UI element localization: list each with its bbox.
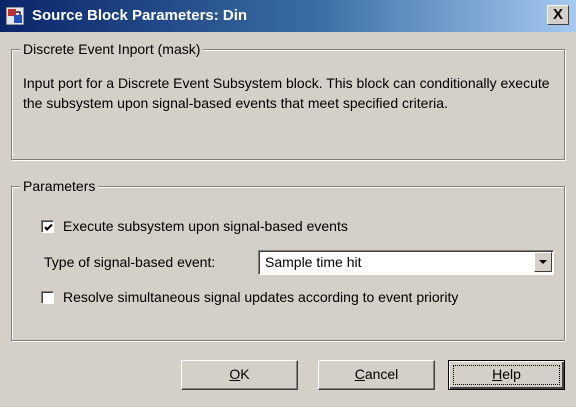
ok-mnemonic: O: [229, 366, 241, 382]
help-button[interactable]: Help: [448, 360, 565, 390]
dropdown-arrow-icon: [539, 260, 547, 264]
event-type-value: Sample time hit: [265, 254, 362, 270]
checkmark-icon: [44, 223, 53, 231]
ok-label: K: [240, 366, 250, 382]
window-title: Source Block Parameters: Din: [32, 7, 248, 24]
simulink-block-icon: [6, 7, 24, 25]
cancel-button[interactable]: Cancel: [318, 360, 435, 390]
execute-subsystem-checkbox[interactable]: [41, 220, 54, 233]
description-group: Discrete Event Inport (mask) Input port …: [11, 41, 565, 160]
resolve-updates-checkbox[interactable]: [41, 291, 54, 304]
execute-subsystem-label: Execute subsystem upon signal-based even…: [63, 218, 348, 234]
description-group-title: Discrete Event Inport (mask): [20, 41, 204, 57]
ok-button[interactable]: OK: [181, 360, 298, 390]
cancel-mnemonic: C: [354, 366, 365, 382]
resolve-updates-label: Resolve simultaneous signal updates acco…: [63, 289, 459, 305]
event-type-label: Type of signal-based event:: [44, 254, 216, 270]
close-icon: X: [552, 6, 563, 23]
dropdown-button[interactable]: [534, 252, 552, 272]
title-bar[interactable]: Source Block Parameters: Din X: [0, 0, 576, 32]
event-type-dropdown[interactable]: Sample time hit: [258, 250, 554, 275]
close-button[interactable]: X: [547, 5, 569, 25]
parameters-group-title: Parameters: [20, 178, 99, 194]
cancel-label: ancel: [364, 366, 399, 382]
focus-indicator: [453, 365, 560, 385]
block-description: Input port for a Discrete Event Subsyste…: [23, 75, 550, 111]
